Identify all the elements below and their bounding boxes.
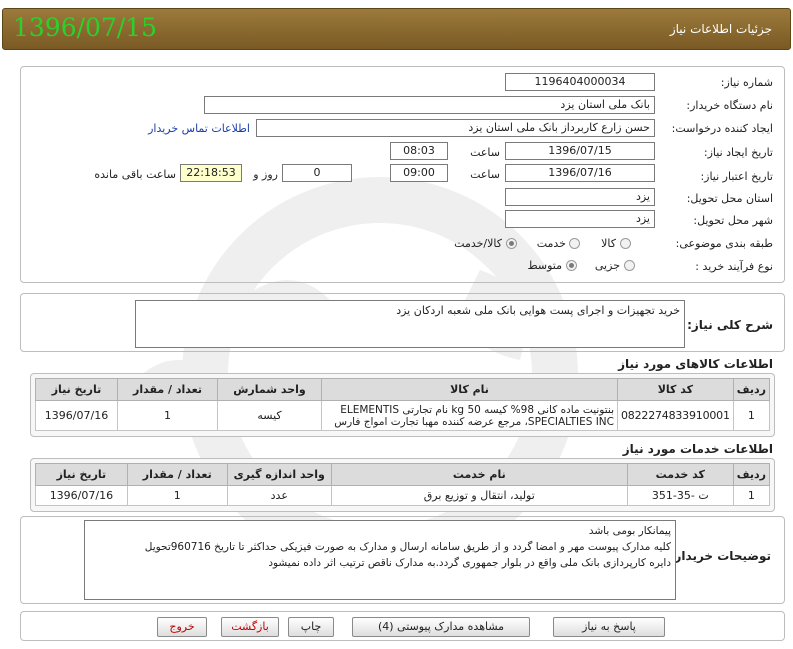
services-header-unit: واحد اندازه گیری xyxy=(226,463,332,486)
services-table-wrap: ردیف کد خدمت نام خدمت واحد اندازه گیری ت… xyxy=(30,458,775,512)
goods-section-title: اطلاعات کالاهای مورد نیاز xyxy=(618,357,773,371)
exit-button[interactable]: خروج xyxy=(157,617,207,637)
delivery-city-label: شهر محل تحویل: xyxy=(693,214,773,227)
services-cell-row: 1 xyxy=(732,485,771,506)
delivery-province-label: استان محل تحویل: xyxy=(686,192,773,205)
buyer-notes-text: پیمانکار بومی باشد کلیه مدارک پیوست مهر … xyxy=(84,520,676,600)
services-header-name: نام خدمت xyxy=(330,463,628,486)
category-radio-goods[interactable] xyxy=(620,238,631,249)
summary-label: شرح کلی نیاز: xyxy=(687,318,773,332)
goods-cell-date: 1396/07/16 xyxy=(35,400,118,431)
back-button[interactable]: بازگشت xyxy=(221,617,279,637)
services-header-qty: تعداد / مقدار xyxy=(126,463,228,486)
category-radio-service[interactable] xyxy=(569,238,580,249)
delivery-province-field: یزد xyxy=(505,188,655,206)
services-cell-name: تولید، انتقال و توزیع برق xyxy=(330,485,628,506)
category-label: طبقه بندی موضوعی: xyxy=(675,237,773,250)
buyer-contact-link[interactable]: اطلاعات تماس خریدار xyxy=(142,122,250,135)
services-cell-code: ت -35-351 xyxy=(626,485,734,506)
services-cell-date: 1396/07/16 xyxy=(35,485,128,506)
category-radio-goods-service[interactable] xyxy=(506,238,517,249)
goods-header-code: کد کالا xyxy=(617,378,734,401)
goods-name-line2: SPECIALTIES INC، مرجع عرضه کننده مهبا تج… xyxy=(334,415,614,428)
goods-header-unit: واحد شمارش xyxy=(217,378,322,401)
header-date: 1396/07/15 xyxy=(13,13,158,42)
validity-date-label: تاریخ اعتبار نیاز: xyxy=(700,170,773,183)
goods-cell-qty: 1 xyxy=(117,400,218,431)
goods-cell-code: 0822274833910001 xyxy=(617,400,734,431)
buyer-notes-line1: پیمانکار بومی باشد xyxy=(588,525,671,537)
services-cell-qty: 1 xyxy=(126,485,228,506)
category-option-service: خدمت xyxy=(536,237,566,250)
remaining-time-field: 22:18:53 xyxy=(180,164,242,182)
goods-header-qty: تعداد / مقدار xyxy=(117,378,218,401)
delivery-city-field: یزد xyxy=(505,210,655,228)
buyer-org-field: بانک ملی استان یزد xyxy=(204,96,655,114)
table-row: 1 ت -35-351 تولید، انتقال و توزیع برق عد… xyxy=(35,485,771,506)
goods-table: ردیف کد کالا نام کالا واحد شمارش تعداد /… xyxy=(35,378,771,431)
need-number-label: شماره نیاز: xyxy=(720,76,773,89)
process-option-minor: جزیی xyxy=(594,259,620,272)
announce-date-field: 1396/07/15 xyxy=(505,142,655,160)
goods-cell-row: 1 xyxy=(732,400,771,431)
process-radio-medium[interactable] xyxy=(566,260,577,271)
goods-header-date: تاریخ نیاز xyxy=(35,378,118,401)
days-label: روز و xyxy=(253,168,278,181)
category-option-goods: کالا xyxy=(601,237,616,250)
goods-cell-unit: کیسه xyxy=(217,400,322,431)
services-header-date: تاریخ نیاز xyxy=(35,463,128,486)
need-number-field: 1196404000034 xyxy=(505,73,655,91)
respond-button[interactable]: پاسخ به نیاز xyxy=(553,617,665,637)
category-option-goods-service: کالا/خدمت xyxy=(454,237,502,250)
goods-header-row: ردیف xyxy=(732,378,771,401)
validity-date-field: 1396/07/16 xyxy=(505,164,655,182)
days-remaining-field: 0 xyxy=(282,164,352,182)
requester-label: ایجاد کننده درخواست: xyxy=(671,122,773,135)
buyer-notes-label: توضیحات خریدار: xyxy=(669,549,771,563)
goods-cell-name: بنتونیت ماده کانی 98% کیسه 50 kg نام تجا… xyxy=(321,400,618,431)
process-type-label: نوع فرآیند خرید : xyxy=(695,260,773,273)
requester-field: حسن زارع کاربرداز بانک ملی استان یزد xyxy=(256,119,655,137)
buyer-org-label: نام دستگاه خریدار: xyxy=(686,99,773,112)
validity-time-label: ساعت xyxy=(470,168,500,181)
buyer-notes-line2: کلیه مدارک پیوست مهر و امضا گردد و از طر… xyxy=(144,541,671,553)
process-option-medium: متوسط xyxy=(527,259,562,272)
remaining-time-label: ساعت باقی مانده xyxy=(94,168,176,181)
announce-time-label: ساعت xyxy=(470,146,500,159)
services-header-row: ردیف xyxy=(732,463,771,486)
services-cell-unit: عدد xyxy=(226,485,332,506)
view-attachments-button[interactable]: مشاهده مدارک پیوستی (4) xyxy=(352,617,530,637)
process-radio-minor[interactable] xyxy=(624,260,635,271)
print-button[interactable]: چاپ xyxy=(288,617,334,637)
services-header-code: کد خدمت xyxy=(626,463,734,486)
summary-text: خرید تجهیزات و اجرای پست هوایی بانک ملی … xyxy=(135,300,685,348)
goods-table-wrap: ردیف کد کالا نام کالا واحد شمارش تعداد /… xyxy=(30,373,775,437)
header-title: جزئیات اطلاعات نیاز xyxy=(669,22,772,36)
page-header: جزئیات اطلاعات نیاز 1396/07/15 xyxy=(2,8,791,50)
table-row: 1 0822274833910001 بنتونیت ماده کانی 98%… xyxy=(35,400,771,431)
announce-time-field: 08:03 xyxy=(390,142,448,160)
announce-date-label: تاریخ ایجاد نیاز: xyxy=(703,146,773,159)
goods-name-line1: بنتونیت ماده کانی 98% کیسه 50 kg نام تجا… xyxy=(340,403,614,416)
goods-header-name: نام کالا xyxy=(321,378,618,401)
services-table: ردیف کد خدمت نام خدمت واحد اندازه گیری ت… xyxy=(35,463,771,506)
validity-time-field: 09:00 xyxy=(390,164,448,182)
buyer-notes-line3: دایره کارپردازی بانک ملی واقع در بلوار ج… xyxy=(268,557,671,569)
services-section-title: اطلاعات خدمات مورد نیاز xyxy=(622,442,773,456)
